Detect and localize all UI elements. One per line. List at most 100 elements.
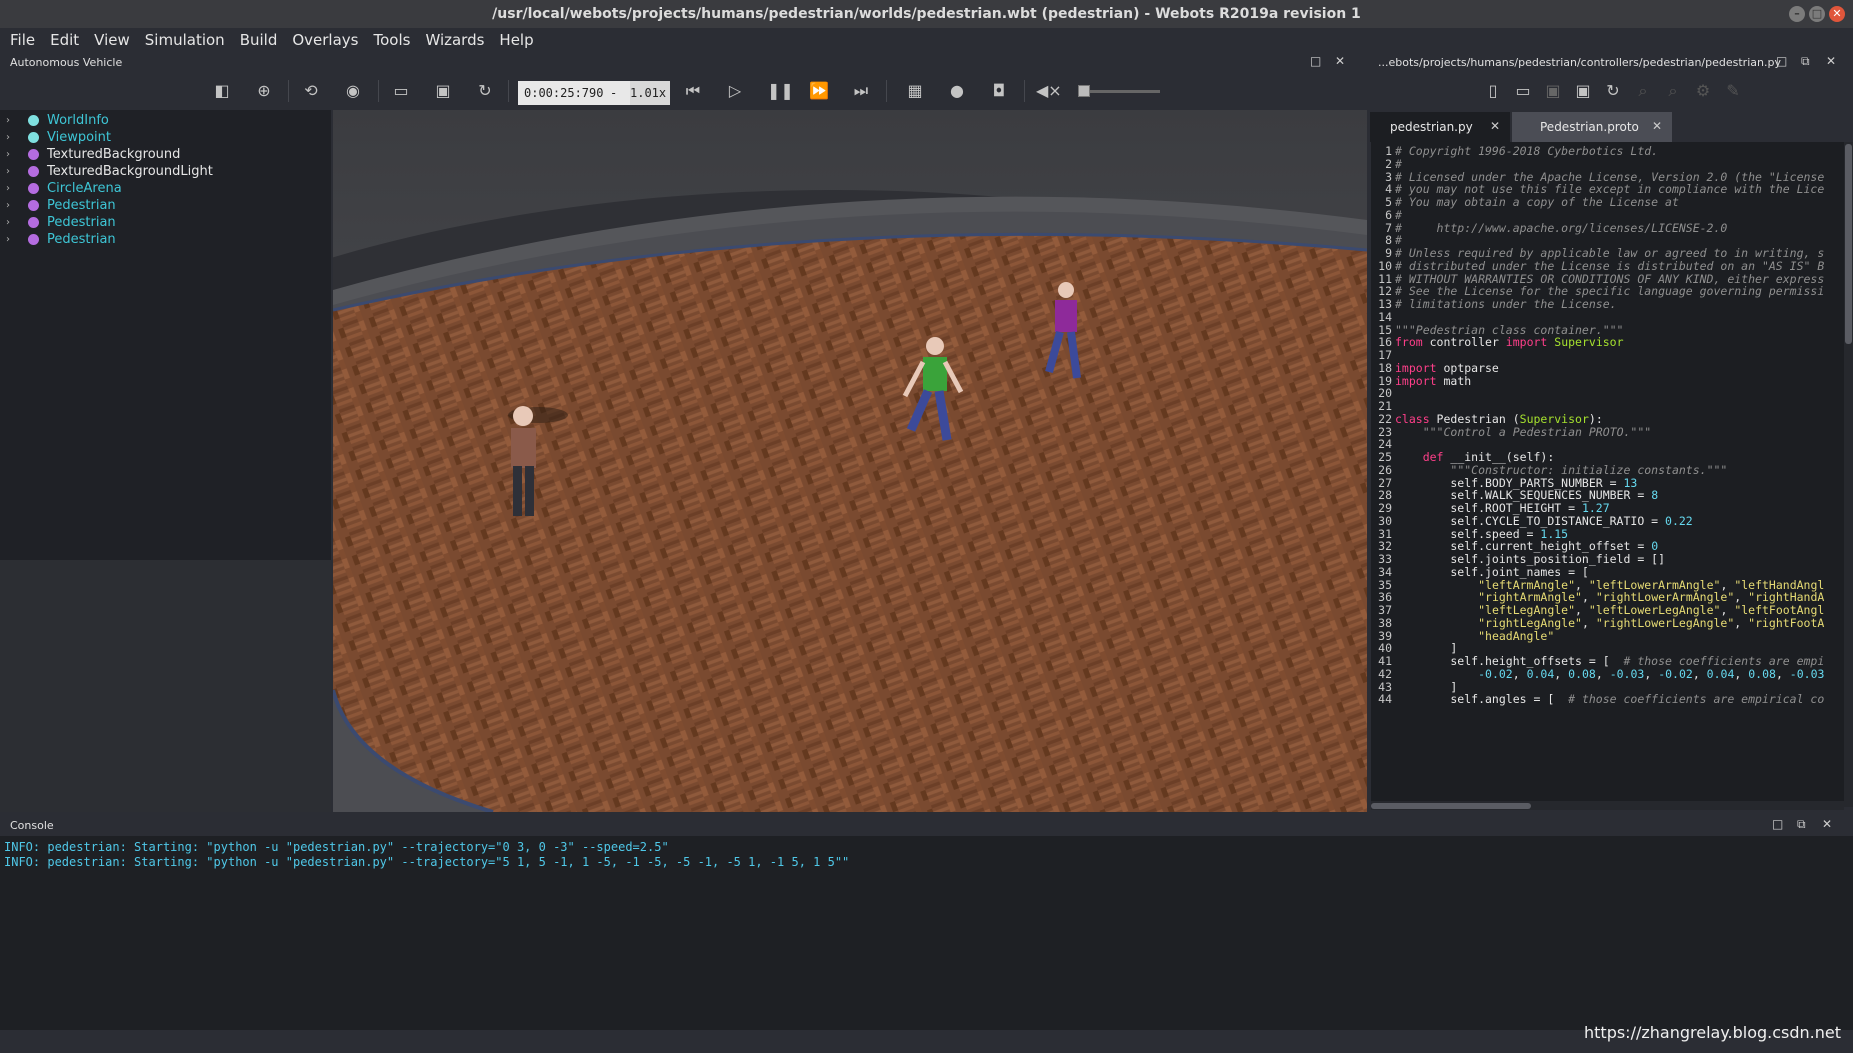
minimize-button[interactable]: – — [1789, 6, 1805, 22]
tab-pedestrian-py[interactable]: pedestrian.py ✕ — [1370, 112, 1510, 142]
node-dot-icon — [28, 165, 39, 177]
3d-scene-render[interactable] — [333, 110, 1367, 812]
close-panel-icon[interactable]: ✕ — [1822, 817, 1832, 831]
expand-arrow-icon[interactable]: › — [6, 183, 20, 194]
save-file-icon[interactable]: ▣ — [1543, 81, 1563, 101]
expand-arrow-icon[interactable]: › — [6, 200, 20, 211]
code-line: 44 self.angles = [ # those coefficients … — [1371, 692, 1844, 707]
build-icon[interactable]: ⚙ — [1693, 81, 1713, 101]
editor-horizontal-scrollbar[interactable] — [1371, 801, 1844, 810]
menu-edit[interactable]: Edit — [50, 31, 79, 49]
close-tab-icon[interactable]: ✕ — [1652, 119, 1662, 133]
tree-node-pedestrian[interactable]: › Pedestrian — [0, 229, 331, 249]
expand-arrow-icon[interactable]: › — [6, 234, 20, 245]
record-animation-icon[interactable]: ● — [947, 81, 967, 101]
node-dot-icon — [28, 199, 39, 211]
replace-icon[interactable]: ⌕ — [1663, 81, 1683, 101]
time-separator: - — [610, 86, 618, 100]
menu-view[interactable]: View — [94, 31, 130, 49]
console-header: Console □ ⧉ ✕ — [0, 814, 1853, 836]
3d-view[interactable] — [333, 110, 1367, 812]
save-world-icon[interactable]: ▣ — [433, 81, 453, 101]
editor-file-path: ...ebots/projects/humans/pedestrian/cont… — [1378, 55, 1781, 69]
status-bar — [0, 1030, 1853, 1053]
console-line: INFO: pedestrian: Starting: "python -u "… — [4, 840, 669, 854]
volume-slider-handle[interactable] — [1078, 85, 1090, 97]
simulation-speed: 1.01x — [630, 81, 670, 105]
tree-node-label: TexturedBackgroundLight — [47, 163, 213, 179]
close-tab-icon[interactable]: ✕ — [1490, 119, 1500, 133]
undock-panel-icon[interactable]: ⧉ — [1797, 817, 1806, 832]
tab-pedestrian-proto[interactable]: Pedestrian.proto ✕ — [1512, 112, 1672, 142]
scrollbar-thumb[interactable] — [1845, 144, 1852, 344]
editor-vertical-scrollbar[interactable] — [1844, 142, 1853, 807]
node-dot-icon — [28, 131, 39, 143]
toggle-scene-tree-icon[interactable]: ◧ — [212, 81, 232, 101]
expand-arrow-icon[interactable]: › — [6, 217, 20, 228]
float-panel-icon[interactable]: □ — [1772, 817, 1783, 831]
console-output[interactable]: INFO: pedestrian: Starting: "python -u "… — [0, 836, 1853, 1030]
fast-icon[interactable]: ⏭ — [851, 81, 871, 101]
menu-file[interactable]: File — [10, 31, 35, 49]
reset-view-icon[interactable]: ⟲ — [301, 81, 321, 101]
menu-simulation[interactable]: Simulation — [145, 31, 225, 49]
node-dot-icon — [28, 216, 39, 228]
node-dot-icon — [28, 182, 39, 194]
mute-icon[interactable]: ◀× — [1036, 81, 1062, 101]
expand-arrow-icon[interactable]: › — [6, 149, 20, 160]
screenshot-icon[interactable]: ◘ — [989, 81, 1009, 101]
toolbar-separator — [1024, 80, 1025, 102]
menu-build[interactable]: Build — [240, 31, 278, 49]
record-movie-icon[interactable]: ▦ — [905, 81, 925, 101]
simulation-time-display: 0:00:25:790 - 1.01x — [518, 81, 670, 105]
reload-world-icon[interactable]: ↻ — [475, 81, 495, 101]
tree-node-label: Pedestrian — [47, 197, 116, 213]
float-panel-icon[interactable]: □ — [1776, 54, 1787, 68]
open-file-icon[interactable]: ▭ — [1513, 81, 1533, 101]
node-dot-icon — [28, 114, 39, 126]
expand-arrow-icon[interactable]: › — [6, 166, 20, 177]
close-button[interactable]: ✕ — [1829, 6, 1845, 22]
volume-slider-track[interactable] — [1086, 90, 1160, 93]
clean-icon[interactable]: ✎ — [1723, 81, 1743, 101]
editor-panel-header: ...ebots/projects/humans/pedestrian/cont… — [1368, 52, 1853, 72]
open-world-icon[interactable]: ▭ — [391, 81, 411, 101]
tab-label: pedestrian.py — [1390, 120, 1473, 134]
pause-icon[interactable]: ❚❚ — [767, 81, 794, 101]
menu-bar: File Edit View Simulation Build Overlays… — [0, 28, 1853, 52]
float-panel-icon[interactable]: □ — [1310, 54, 1321, 68]
scene-tree: › WorldInfo › Viewpoint › TexturedBackgr… — [0, 110, 331, 560]
expand-arrow-icon[interactable]: › — [6, 132, 20, 143]
maximize-button[interactable]: □ — [1809, 6, 1825, 22]
menu-tools[interactable]: Tools — [373, 31, 410, 49]
close-panel-icon[interactable]: ✕ — [1335, 54, 1345, 68]
scene-panel-header: Autonomous Vehicle □ ✕ — [0, 52, 1368, 72]
save-as-icon[interactable]: ▣ — [1573, 81, 1593, 101]
console-title: Console — [10, 818, 54, 832]
window-buttons: – □ ✕ — [1789, 6, 1845, 22]
run-icon[interactable]: ⏩ — [809, 81, 829, 101]
window-titlebar: /usr/local/webots/projects/humans/pedest… — [0, 0, 1853, 28]
toolbar-separator — [378, 80, 379, 102]
console-line: INFO: pedestrian: Starting: "python -u "… — [4, 855, 850, 869]
eye-icon[interactable]: ◉ — [343, 81, 363, 101]
find-icon[interactable]: ⌕ — [1633, 81, 1653, 101]
menu-wizards[interactable]: Wizards — [425, 31, 484, 49]
toolbar-separator — [508, 80, 509, 102]
menu-overlays[interactable]: Overlays — [292, 31, 358, 49]
menu-help[interactable]: Help — [499, 31, 533, 49]
close-panel-icon[interactable]: ✕ — [1826, 54, 1836, 68]
undock-panel-icon[interactable]: ⧉ — [1801, 54, 1810, 69]
code-editor[interactable]: 1 # Copyright 1996-2018 Cyberbotics Ltd. 2… — [1371, 142, 1844, 807]
node-dot-icon — [28, 233, 39, 245]
revert-icon[interactable]: ↻ — [1603, 81, 1623, 101]
add-node-icon[interactable]: ⊕ — [254, 81, 274, 101]
new-file-icon[interactable]: ▯ — [1483, 81, 1503, 101]
expand-arrow-icon[interactable]: › — [6, 115, 20, 126]
tab-label: Pedestrian.proto — [1540, 120, 1639, 134]
reset-simulation-icon[interactable]: ⏮ — [683, 81, 703, 101]
step-icon[interactable]: ▷ — [725, 81, 745, 101]
scrollbar-thumb[interactable] — [1371, 803, 1531, 809]
toolbar-separator — [886, 80, 887, 102]
code-token: # those coefficients are empirical co — [1568, 692, 1825, 707]
